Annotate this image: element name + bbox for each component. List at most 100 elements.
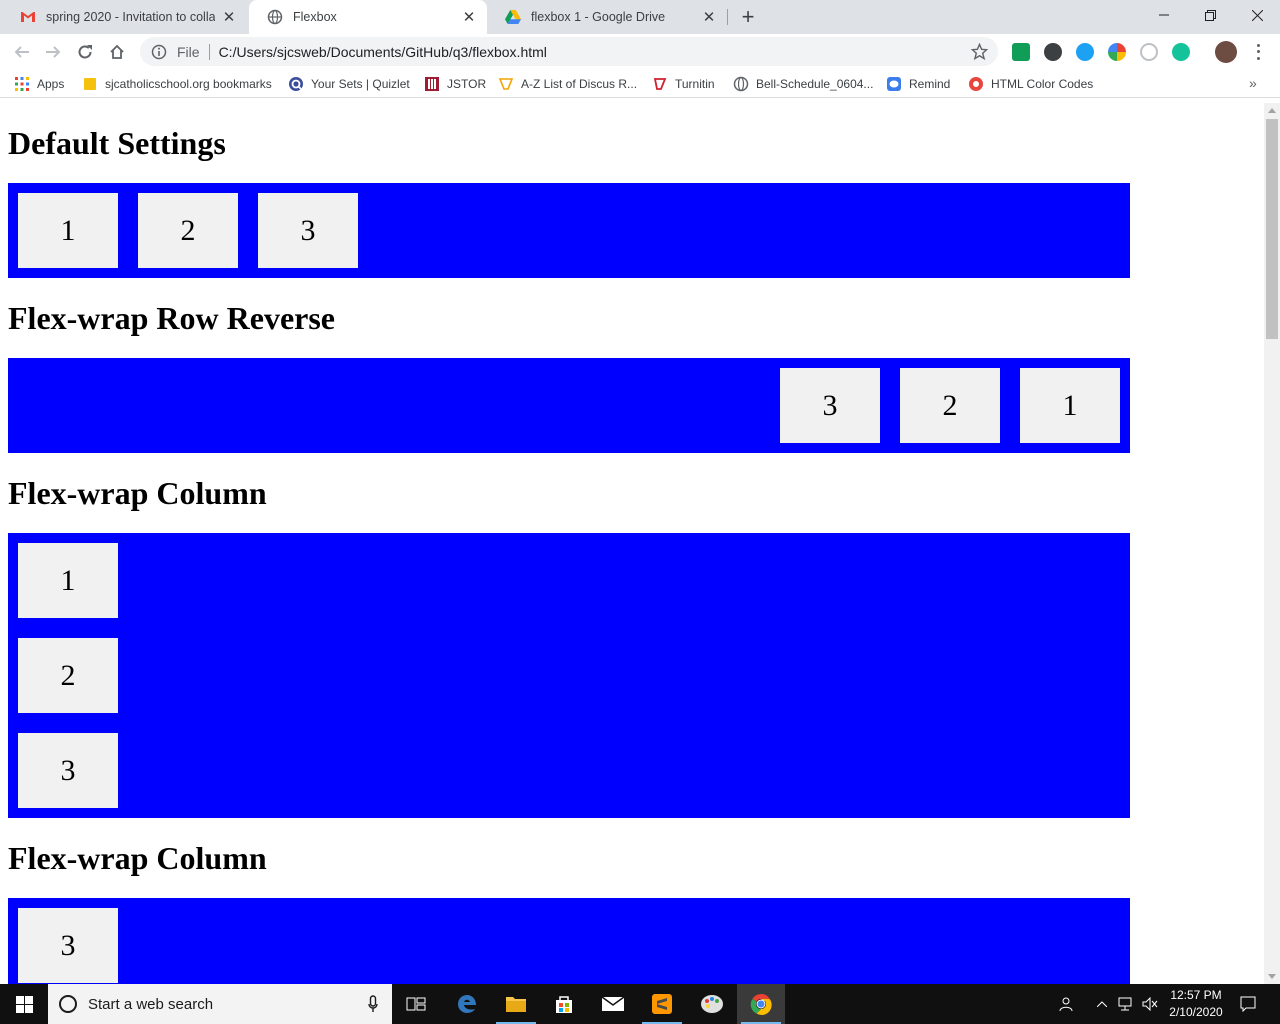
folder-icon [82, 76, 98, 92]
omnibox-divider [208, 43, 210, 60]
flex-item: 2 [138, 193, 238, 268]
url-scheme: File [177, 43, 200, 60]
restore-button[interactable] [1187, 0, 1233, 30]
task-view-icon [406, 997, 426, 1011]
close-window-button[interactable] [1234, 0, 1280, 30]
globe-icon [267, 9, 283, 25]
chrome-menu-icon[interactable] [1250, 42, 1266, 62]
bookmark-jstor[interactable]: JSTOR [424, 75, 486, 93]
color-picker-extension-icon[interactable] [1108, 43, 1126, 61]
shield-extension-icon[interactable] [1044, 43, 1062, 61]
bookmark-bell-schedule[interactable]: Bell-Schedule_0604... [733, 75, 873, 93]
action-center-icon[interactable] [1234, 984, 1262, 1024]
bookmark-html-color-codes[interactable]: HTML Color Codes [968, 75, 1093, 93]
bookmark-label: Remind [909, 77, 951, 91]
tab-strip: spring 2020 - Invitation to collab ✕ Fle… [0, 0, 1280, 34]
volume-muted-icon[interactable] [1139, 984, 1161, 1024]
start-button[interactable] [0, 984, 48, 1024]
flex-item: 1 [1020, 368, 1120, 443]
taskbar-paint[interactable] [688, 984, 736, 1024]
home-button[interactable] [103, 38, 131, 66]
close-tab-icon[interactable]: ✕ [461, 9, 477, 26]
sublime-text-icon [652, 994, 672, 1014]
turnitin-icon [652, 76, 668, 92]
close-tab-icon[interactable]: ✕ [221, 9, 237, 26]
bookmark-label: Turnitin [675, 77, 715, 91]
people-icon[interactable] [1056, 984, 1078, 1024]
bookmark-quizlet[interactable]: Your Sets | Quizlet [288, 75, 410, 93]
taskbar-sublime-text[interactable] [638, 984, 686, 1024]
taskbar-file-explorer[interactable] [492, 984, 540, 1024]
flex-container-column: 1 2 3 [8, 533, 1130, 818]
taskbar-search-box[interactable]: Start a web search [48, 984, 392, 1024]
flex-item: 3 [258, 193, 358, 268]
tab-divider [727, 9, 728, 25]
tab-title: spring 2020 - Invitation to collab [46, 10, 215, 24]
store-bag-icon [556, 996, 572, 1013]
tab-title: flexbox 1 - Google Drive [531, 10, 666, 24]
clock-time: 12:57 PM [1170, 988, 1222, 1002]
browser-toolbar: File C:/Users/sjcsweb/Documents/GitHub/q… [0, 34, 1280, 70]
bookmark-label: Apps [37, 77, 65, 91]
vpn-extension-icon[interactable] [1076, 43, 1094, 61]
microphone-icon[interactable] [368, 995, 378, 1013]
tab-gmail[interactable]: spring 2020 - Invitation to collab ✕ [2, 0, 247, 34]
bookmark-apps[interactable]: Apps [14, 75, 64, 93]
bookmark-star-icon[interactable] [970, 42, 989, 61]
section-heading-default: Default Settings [8, 125, 226, 161]
paint-palette-icon [701, 995, 723, 1013]
flex-container-row-reverse: 3 2 1 [8, 358, 1130, 453]
tab-flexbox[interactable]: Flexbox ✕ [249, 0, 487, 34]
taskbar-chrome[interactable] [737, 984, 785, 1024]
quizlet-icon [288, 76, 304, 92]
back-button[interactable] [8, 38, 36, 66]
scroll-up-arrow-icon[interactable] [1268, 108, 1276, 113]
info-icon[interactable] [151, 44, 167, 60]
address-bar[interactable]: File C:/Users/sjcsweb/Documents/GitHub/q… [140, 37, 998, 66]
bookmark-label: JSTOR [447, 77, 487, 91]
section-heading-column-2: Flex-wrap Column [8, 840, 267, 876]
cortana-icon [59, 995, 77, 1013]
snip-overlay-label: Full-screen Snip [606, 334, 694, 348]
forward-button[interactable] [39, 38, 67, 66]
page-scrollbar[interactable] [1264, 103, 1280, 984]
task-view-button[interactable] [392, 984, 440, 1024]
flex-item: 1 [18, 193, 118, 268]
show-hidden-icons-button[interactable] [1092, 984, 1112, 1024]
flex-item: 2 [900, 368, 1000, 443]
system-clock[interactable]: 12:57 PM 2/10/2020 [1162, 987, 1230, 1021]
clock-date: 2/10/2020 [1169, 1005, 1223, 1019]
google-classroom-icon[interactable] [1012, 43, 1030, 61]
section-heading-row-reverse: Flex-wrap Row Reverse [8, 300, 335, 336]
close-tab-icon[interactable]: ✕ [701, 9, 717, 26]
flex-item: 3 [18, 733, 118, 808]
scroll-down-arrow-icon[interactable] [1268, 974, 1276, 979]
tab-title: Flexbox [293, 10, 337, 24]
google-drive-icon [505, 9, 521, 25]
taskbar-edge[interactable] [443, 984, 491, 1024]
windows-taskbar: Start a web search 12:57 PM 2/10/2020 [0, 984, 1280, 1024]
html-color-icon [968, 76, 984, 92]
windows-logo-icon [15, 995, 33, 1013]
bookmarks-bar: Apps sjcatholicschool.org bookmarks Your… [0, 70, 1280, 98]
bookmark-turnitin[interactable]: Turnitin [652, 75, 715, 93]
url-text[interactable]: C:/Users/sjcsweb/Documents/GitHub/q3/fle… [219, 44, 547, 60]
grammarly-icon[interactable] [1172, 43, 1190, 61]
bookmarks-overflow-button[interactable]: » [1249, 75, 1257, 91]
mail-icon [601, 996, 625, 1011]
reload-button[interactable] [71, 38, 99, 66]
scrollbar-thumb[interactable] [1266, 119, 1278, 339]
help-extension-icon[interactable] [1140, 43, 1158, 61]
profile-avatar[interactable] [1215, 41, 1237, 63]
taskbar-mail[interactable] [589, 984, 637, 1024]
network-icon[interactable] [1115, 984, 1137, 1024]
bookmark-sjcatholicschool[interactable]: sjcatholicschool.org bookmarks [82, 75, 272, 93]
bookmark-remind[interactable]: Remind [886, 75, 950, 93]
taskbar-store[interactable] [540, 984, 588, 1024]
folder-icon [506, 997, 526, 1012]
bookmark-discus[interactable]: A-Z List of Discus R... [498, 75, 637, 93]
new-tab-button[interactable]: + [736, 4, 760, 29]
bookmark-label: A-Z List of Discus R... [521, 77, 638, 91]
tab-google-drive[interactable]: flexbox 1 - Google Drive ✕ [487, 0, 727, 34]
minimize-button[interactable] [1141, 0, 1187, 30]
